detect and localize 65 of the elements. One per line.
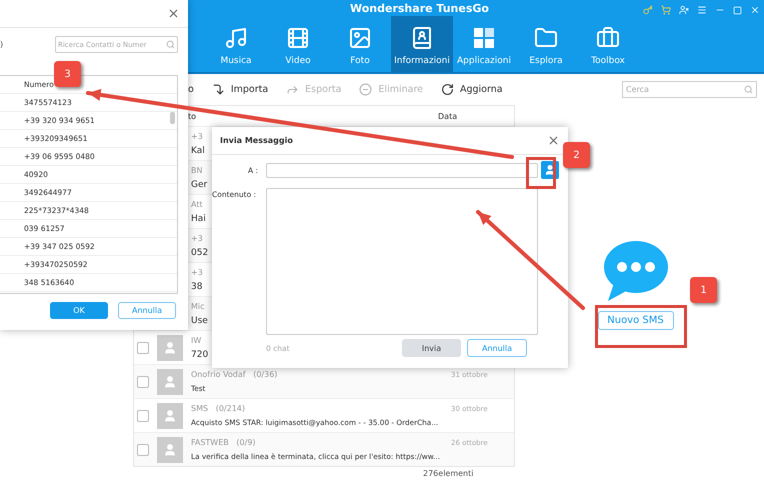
key-icon[interactable]	[643, 5, 653, 15]
message-sender: BN	[191, 166, 202, 174]
minus-circle-icon	[359, 83, 372, 96]
folder-icon	[534, 26, 558, 50]
message-sender: Onofrio Vodaf (0/36)	[191, 370, 278, 379]
close-button[interactable]	[167, 7, 180, 20]
step-badge: 2	[563, 142, 590, 168]
maximize-icon[interactable]	[733, 6, 742, 14]
forward-arrow-icon	[286, 83, 300, 96]
toolbar-button[interactable]: Importa	[230, 84, 268, 95]
message-textarea[interactable]	[266, 188, 538, 335]
message-preview: Ger	[191, 180, 208, 190]
checkbox[interactable]	[137, 342, 149, 354]
nav-tab[interactable]: Informazioni	[391, 16, 453, 72]
briefcase-icon	[596, 26, 620, 50]
grid-icon	[472, 26, 496, 50]
user-icon[interactable]	[679, 5, 689, 15]
dialog-button[interactable]: Invia	[402, 339, 461, 357]
recipient-field[interactable]	[266, 163, 538, 178]
message-preview: Kal	[191, 146, 205, 156]
message-sender: +3	[191, 132, 203, 140]
checkbox[interactable]	[137, 444, 149, 456]
menu-icon[interactable]	[697, 5, 707, 15]
message-preview: 052	[191, 248, 208, 258]
search-icon	[744, 85, 753, 94]
image-icon	[348, 26, 372, 50]
message-sender: IW	[191, 336, 202, 344]
refresh-icon	[440, 83, 454, 96]
message-sender: +3	[191, 234, 203, 242]
toolbar-button[interactable]: Aggiorna	[460, 84, 503, 95]
film-icon	[286, 26, 310, 50]
scrollbar-thumb[interactable]	[170, 112, 175, 124]
message-preview: 38	[191, 282, 202, 292]
search-icon	[166, 40, 175, 49]
message-sender: SMS (0/214)	[191, 404, 245, 413]
person-icon	[163, 408, 177, 422]
person-icon	[544, 164, 556, 176]
column-header: Data	[438, 112, 458, 120]
window-title: Wondershare TunesGo	[350, 2, 489, 15]
message-sender: Mic	[191, 302, 205, 310]
step-badge: 1	[690, 277, 717, 303]
curved-arrow-icon	[212, 83, 225, 96]
close-icon[interactable]	[750, 5, 760, 15]
cart-icon[interactable]	[661, 5, 671, 15]
step-badge: 3	[54, 61, 81, 87]
filter-label: )	[0, 40, 4, 49]
contact-book-icon	[410, 26, 434, 50]
message-preview: 720	[191, 350, 208, 360]
person-icon	[163, 374, 177, 388]
message-sender: FASTWEB (0/9)	[191, 438, 256, 447]
checkbox[interactable]	[137, 376, 149, 388]
person-icon	[163, 340, 177, 354]
message-preview: Hai	[191, 214, 206, 224]
message-preview: Use	[191, 316, 208, 326]
column-header: to	[188, 112, 198, 120]
highlight-frame	[526, 157, 556, 189]
message-sender: +3	[191, 268, 203, 276]
status-text: 276elementi	[423, 469, 474, 478]
dialog-title: Invia Messaggio	[220, 136, 293, 145]
toolbar-button[interactable]: o	[188, 84, 194, 95]
person-icon	[163, 442, 177, 456]
music-note-icon	[224, 26, 248, 50]
message-sender: Att	[191, 200, 203, 208]
checkbox[interactable]	[137, 410, 149, 422]
close-button[interactable]	[547, 134, 560, 147]
